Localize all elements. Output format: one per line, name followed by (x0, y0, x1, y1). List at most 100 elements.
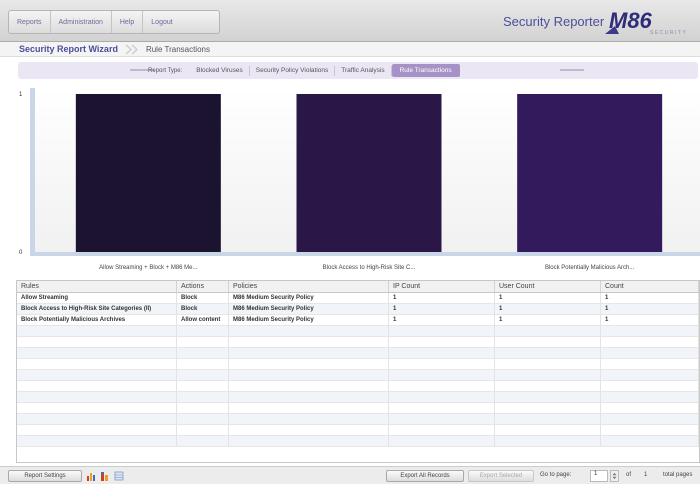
page-number-input[interactable]: 1 (590, 470, 608, 482)
bar-chart: 10 (19, 88, 700, 256)
table-cell (601, 359, 699, 369)
wizard-title[interactable]: Security Report Wizard (19, 44, 118, 54)
table-cell: 1 (495, 315, 601, 325)
table-cell (17, 370, 177, 380)
bar (517, 94, 663, 252)
table-cell (229, 436, 389, 446)
table-cell (601, 337, 699, 347)
table-cell: Block Potentially Malicious Archives (17, 315, 177, 325)
table-cell (17, 326, 177, 336)
col-user-count[interactable]: User Count (495, 281, 601, 292)
table-cell: 1 (389, 304, 495, 314)
breadcrumb: Security Report Wizard Rule Transactions (0, 42, 700, 57)
table-cell (17, 359, 177, 369)
chart-area: 10 (16, 84, 700, 274)
of-label: of (626, 472, 632, 478)
table-row (17, 381, 699, 392)
table-cell (177, 414, 229, 424)
table-cell (601, 370, 699, 380)
table-cell: 1 (495, 293, 601, 303)
bar (75, 94, 221, 252)
col-rules[interactable]: Rules (17, 281, 177, 292)
table-cell (177, 392, 229, 402)
table-row (17, 370, 699, 381)
col-policies[interactable]: Policies (229, 281, 389, 292)
table-cell (177, 348, 229, 358)
table-cell (17, 392, 177, 402)
bar-chart-icon[interactable] (86, 471, 96, 481)
table-cell (601, 425, 699, 435)
table-cell (389, 414, 495, 424)
bar (296, 94, 442, 252)
report-type-bar: Report Type: Blocked Viruses Security Po… (18, 62, 698, 79)
y-tick-label: 0 (19, 250, 23, 256)
table-cell: Block (177, 304, 229, 314)
col-count[interactable]: Count (601, 281, 699, 292)
table-cell (17, 337, 177, 347)
menu-administration[interactable]: Administration (51, 11, 112, 33)
svg-text:SECURITY: SECURITY (650, 30, 687, 36)
table-cell (177, 403, 229, 413)
table-cell (495, 425, 601, 435)
top-bar: Reports Administration Help Logout Secur… (0, 0, 700, 42)
table-cell: 1 (495, 304, 601, 314)
table-view-icon[interactable] (114, 471, 124, 481)
table-row[interactable]: Block Potentially Malicious Archives Allo… (17, 315, 699, 326)
tab-security-policy-violations[interactable]: Security Policy Violations (250, 65, 336, 76)
table-cell (495, 337, 601, 347)
table-cell (229, 337, 389, 347)
table-cell: 1 (389, 315, 495, 325)
table-cell (229, 326, 389, 336)
m86-logo: M86 SECURITY (605, 8, 687, 36)
arrow-right-icon (560, 69, 584, 71)
table-cell: M86 Medium Security Policy (229, 315, 389, 325)
tab-traffic-analysis[interactable]: Traffic Analysis (335, 65, 392, 76)
table-cell (389, 392, 495, 402)
menu-help[interactable]: Help (112, 11, 144, 33)
export-all-records-button[interactable]: Export All Records (386, 470, 464, 482)
table-cell (495, 370, 601, 380)
table-cell (389, 403, 495, 413)
table-row (17, 348, 699, 359)
table-cell (229, 381, 389, 391)
table-cell (177, 370, 229, 380)
menu-reports[interactable]: Reports (9, 11, 51, 33)
table-cell (17, 348, 177, 358)
report-settings-button[interactable]: Report Settings (8, 470, 82, 482)
table-cell: M86 Medium Security Policy (229, 293, 389, 303)
stacked-chart-icon[interactable] (100, 471, 110, 481)
table-cell (229, 370, 389, 380)
col-ip-count[interactable]: IP Count (389, 281, 495, 292)
table-row (17, 326, 699, 337)
table-cell (601, 326, 699, 336)
menu-logout[interactable]: Logout (143, 11, 180, 33)
total-pages-count: 1 (644, 472, 648, 478)
table-cell (495, 381, 601, 391)
table-cell (229, 403, 389, 413)
col-actions[interactable]: Actions (177, 281, 229, 292)
table-row (17, 392, 699, 403)
chevron-right-icon (125, 43, 139, 55)
table-cell (389, 381, 495, 391)
table-cell: Allow content (177, 315, 229, 325)
tab-blocked-viruses[interactable]: Blocked Viruses (190, 65, 250, 76)
table-cell (495, 348, 601, 358)
table-cell: 1 (601, 293, 699, 303)
table-cell (389, 425, 495, 435)
table-row[interactable]: Allow Streaming Block M86 Medium Security … (17, 293, 699, 304)
table-row[interactable]: Block Access to High-Risk Site Categorie… (17, 304, 699, 315)
y-axis (30, 88, 35, 252)
x-tick-label: Allow Streaming + Block + M86 Me... (99, 265, 198, 271)
table-cell (229, 392, 389, 402)
table-cell (177, 359, 229, 369)
table-cell (229, 348, 389, 358)
table-cell (177, 425, 229, 435)
table-cell (177, 381, 229, 391)
table-cell (17, 425, 177, 435)
table-row (17, 436, 699, 447)
tab-rule-transactions[interactable]: Rule Transactions (391, 64, 460, 77)
table-cell: Allow Streaming (17, 293, 177, 303)
table-body: Allow Streaming Block M86 Medium Security … (17, 293, 699, 447)
page-stepper-icon[interactable] (610, 470, 619, 482)
export-selected-button[interactable]: Export Selected (468, 470, 534, 482)
